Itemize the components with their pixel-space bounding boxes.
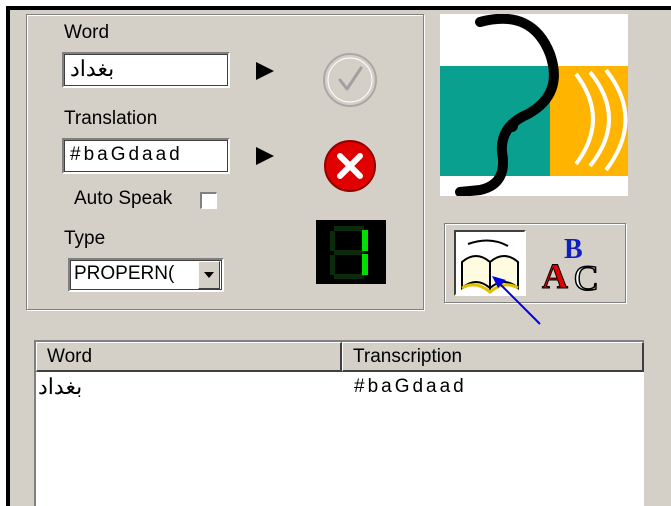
chevron-down-icon[interactable] bbox=[198, 261, 220, 289]
column-header-word[interactable]: Word bbox=[36, 342, 342, 372]
seven-segment-digit: 1 bbox=[316, 220, 368, 279]
word-list[interactable]: Word Transcription بغداد #baGdaad bbox=[34, 340, 644, 506]
type-select-value: PROPERN( bbox=[74, 263, 175, 284]
counter-value: 1 bbox=[316, 220, 317, 221]
spelling-button[interactable]: B A C bbox=[540, 230, 614, 299]
app-logo bbox=[440, 14, 628, 196]
accept-button[interactable] bbox=[322, 52, 378, 108]
svg-text:C: C bbox=[574, 258, 598, 296]
translation-input[interactable]: #baGdaad bbox=[62, 138, 230, 174]
red-x-icon bbox=[324, 140, 376, 192]
play-word-arrow-icon[interactable] bbox=[256, 62, 274, 80]
cancel-button[interactable] bbox=[320, 138, 380, 194]
row-transcription: #baGdaad bbox=[354, 376, 467, 397]
word-label: Word bbox=[64, 22, 110, 43]
check-icon bbox=[323, 53, 377, 107]
play-translation-arrow-icon[interactable] bbox=[256, 147, 274, 165]
table-row[interactable]: بغداد #baGdaad bbox=[36, 374, 642, 402]
column-header-transcription[interactable]: Transcription bbox=[342, 342, 644, 372]
translation-label: Translation bbox=[64, 108, 158, 129]
type-label: Type bbox=[64, 228, 106, 249]
row-word: بغداد bbox=[38, 374, 83, 399]
counter-display: 1 bbox=[316, 220, 386, 284]
word-input[interactable]: بغداد bbox=[62, 52, 230, 88]
auto-speak-checkbox[interactable] bbox=[200, 192, 217, 209]
pointer-arrow-icon bbox=[492, 276, 541, 325]
auto-speak-label: Auto Speak bbox=[74, 188, 173, 209]
abc-icon: B A C bbox=[542, 234, 599, 299]
